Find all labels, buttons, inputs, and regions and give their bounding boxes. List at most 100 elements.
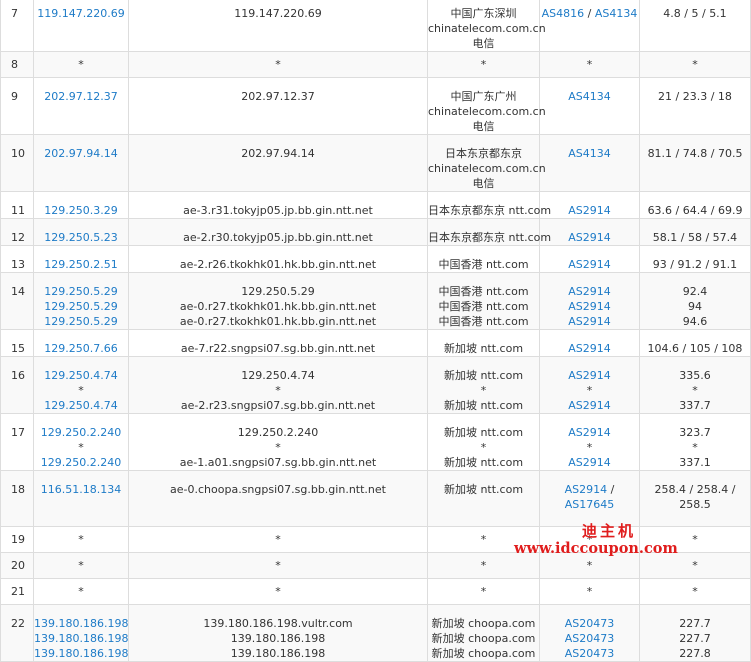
hop-latency: 81.1 / 74.8 / 70.5 xyxy=(647,147,743,160)
hop-row: 7 119.147.220.69 119.147.220.69 中国广东深圳 chin… xyxy=(0,0,751,52)
hop-row: 8 * * * * * xyxy=(0,51,751,78)
hop-ip-cell: 129.250.3.29 xyxy=(33,191,129,219)
as-link[interactable]: AS4134 xyxy=(568,147,611,160)
hop-hostname-cell: * xyxy=(128,578,428,605)
hop-ip-link[interactable]: 129.250.4.74 xyxy=(34,398,128,413)
hop-hostname-cell: * xyxy=(128,552,428,579)
hop-hostname: 129.250.2.240 xyxy=(237,426,319,439)
hop-ip-link[interactable]: 129.250.2.51 xyxy=(34,257,128,272)
hop-row: 12 129.250.5.23 ae-2.r30.tokyjp05.jp.bb.gi… xyxy=(0,218,751,246)
as-link[interactable]: AS2914 xyxy=(568,456,611,469)
as-link[interactable]: AS2914 xyxy=(568,285,611,298)
hop-number: 8 xyxy=(0,51,34,78)
hop-number: 17 xyxy=(0,413,34,471)
hop-row: 9 202.97.12.37 202.97.12.37 中国广东广州 chinatel… xyxy=(0,77,751,135)
as-link[interactable]: AS2914 xyxy=(568,258,611,271)
hop-as-cell: AS2914 xyxy=(539,245,640,273)
hop-ip-link[interactable]: 129.250.5.29 xyxy=(34,299,128,314)
hop-ip-link[interactable]: 116.51.18.134 xyxy=(34,482,128,497)
hop-number: 15 xyxy=(0,329,34,357)
hop-time-cell: 227.7 227.7 227.8 xyxy=(639,604,751,662)
hop-number: 10 xyxy=(0,134,34,192)
hop-time-cell: 63.6 / 64.4 / 69.9 xyxy=(639,191,751,219)
timeout-marker: * xyxy=(692,384,698,397)
as-link[interactable]: AS2914 xyxy=(568,315,611,328)
hop-ip-link[interactable]: 129.250.5.29 xyxy=(34,314,128,329)
hop-ip-link[interactable]: 129.250.2.240 xyxy=(34,455,128,470)
as-group: AS2914 xyxy=(540,368,639,383)
hop-ip-link[interactable]: 202.97.12.37 xyxy=(34,89,128,104)
hop-hostname: ae-2.r30.tokyjp05.jp.bb.gin.ntt.net xyxy=(183,231,373,244)
as-link[interactable]: AS2914 xyxy=(568,369,611,382)
as-link[interactable]: AS2914 xyxy=(565,483,608,496)
timeout-marker: * xyxy=(480,58,487,71)
hop-location-cell: 中国香港 ntt.com xyxy=(427,245,540,273)
hop-ip-link[interactable]: 129.250.5.29 xyxy=(34,284,128,299)
hop-hostname-cell: ae-3.r31.tokyjp05.jp.bb.gin.ntt.net xyxy=(128,191,428,219)
hop-location: 新加坡 ntt.com xyxy=(443,369,524,382)
as-link[interactable]: AS2914 xyxy=(568,342,611,355)
hop-number-label: 21 xyxy=(11,585,25,598)
hop-number: 11 xyxy=(0,191,34,219)
hop-hostname: 139.180.186.198 xyxy=(230,632,326,645)
hop-ip-cell: * xyxy=(33,578,129,605)
hop-ip-cell: 129.250.5.29 129.250.5.29 129.250.5.29 xyxy=(33,272,129,330)
as-group: AS4816 / AS4134 xyxy=(541,7,638,20)
hop-location-cell: 新加坡 ntt.com * 新加坡 ntt.com xyxy=(427,413,540,471)
hop-hostname-cell: ae-0.choopa.sngpsi07.sg.bb.gin.ntt.net xyxy=(128,470,428,527)
timeout-marker: * xyxy=(275,58,281,71)
hop-row: 17 129.250.2.240 * 129.250.2.240 129.250.2.2… xyxy=(0,413,751,471)
hop-ip-cell: 116.51.18.134 xyxy=(33,470,129,527)
timeout-marker: * xyxy=(78,384,84,397)
as-link[interactable]: AS17645 xyxy=(565,498,615,511)
hop-latency: 337.1 xyxy=(679,456,711,469)
hop-ip-link[interactable]: 139.180.186.198 xyxy=(34,631,128,646)
hop-ip-link[interactable]: 139.180.186.198 xyxy=(34,646,128,661)
as-link[interactable]: AS2914 xyxy=(568,231,611,244)
hop-latency: 4.8 / 5 / 5.1 xyxy=(663,7,727,20)
hop-location-cell: 日本东京都东京 chinatelecom.com.cn 电信 xyxy=(427,134,546,192)
hop-number: 19 xyxy=(0,526,34,553)
hop-latency: 93 / 91.2 / 91.1 xyxy=(652,258,738,271)
hop-as-cell: AS4134 xyxy=(539,134,640,192)
watermark: 迪主机 www.idccoupon.com xyxy=(512,520,712,560)
as-link[interactable]: AS20473 xyxy=(565,647,615,660)
hop-ip-link[interactable]: 119.147.220.69 xyxy=(34,6,128,21)
hop-time-cell: * xyxy=(639,51,751,78)
hop-ip-link[interactable]: 129.250.2.240 xyxy=(34,425,128,440)
hop-ip-link[interactable]: 129.250.7.66 xyxy=(34,341,128,356)
timeout-marker: * xyxy=(586,58,593,71)
hop-hostname: ae-2.r26.tkokhk01.hk.bb.gin.ntt.net xyxy=(179,258,377,271)
hop-ip-cell: 129.250.5.23 xyxy=(33,218,129,246)
as-link[interactable]: AS2914 xyxy=(568,300,611,313)
hop-number: 21 xyxy=(0,578,34,605)
as-link[interactable]: AS2914 xyxy=(568,399,611,412)
as-link[interactable]: AS4134 xyxy=(568,90,611,103)
as-link[interactable]: AS2914 xyxy=(568,426,611,439)
timeout-marker: * xyxy=(78,585,84,598)
hop-ip-link[interactable]: 202.97.94.14 xyxy=(34,146,128,161)
hop-number: 9 xyxy=(0,77,34,135)
as-link[interactable]: AS4134 xyxy=(595,7,638,20)
as-link[interactable]: AS4816 xyxy=(542,7,585,20)
hop-ip-cell: 202.97.94.14 xyxy=(33,134,129,192)
as-group: AS4134 xyxy=(540,89,639,104)
hop-ip-link[interactable]: 129.250.4.74 xyxy=(34,368,128,383)
traceroute-table: 7 119.147.220.69 119.147.220.69 中国广东深圳 chin… xyxy=(0,0,751,662)
as-group: * xyxy=(540,558,639,573)
timeout-marker: * xyxy=(692,58,698,71)
as-group: AS2914 xyxy=(540,455,639,470)
hop-time-cell: 92.4 94 94.6 xyxy=(639,272,751,330)
hop-as-cell: AS2914 AS2914 AS2914 xyxy=(539,272,640,330)
as-link[interactable]: AS20473 xyxy=(565,632,615,645)
hop-number: 13 xyxy=(0,245,34,273)
hop-location: 中国广东深圳 chinatelecom.com.cn 电信 xyxy=(428,7,546,50)
as-link[interactable]: AS2914 xyxy=(568,204,611,217)
hop-ip-link[interactable]: 129.250.5.23 xyxy=(34,230,128,245)
hop-ip-link[interactable]: 129.250.3.29 xyxy=(34,203,128,218)
hop-ip-cell: 139.180.186.198 139.180.186.198 139.180.18… xyxy=(33,604,129,662)
hop-as-cell: AS2914 xyxy=(539,329,640,357)
hop-location: 新加坡 ntt.com xyxy=(443,426,524,439)
hop-hostname: ae-2.r23.sngpsi07.sg.bb.gin.ntt.net xyxy=(180,399,376,412)
hop-row: 18 116.51.18.134 ae-0.choopa.sngpsi07.sg.b… xyxy=(0,470,751,527)
